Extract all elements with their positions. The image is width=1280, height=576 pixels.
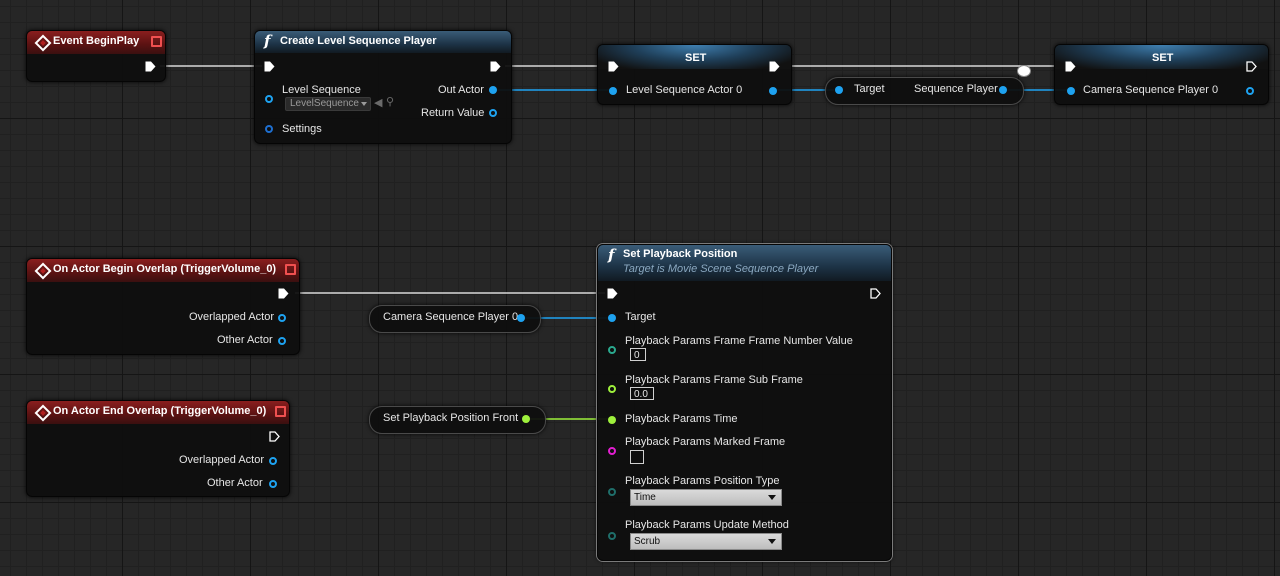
function-f-icon: f <box>608 246 615 264</box>
settings-label: Settings <box>282 123 322 135</box>
position-type-label: Playback Params Position Type <box>625 475 780 487</box>
update-method-value: Scrub <box>634 536 661 547</box>
frame-number-input-pin[interactable] <box>608 346 616 354</box>
chevron-down-icon <box>361 102 367 106</box>
exec-in-pin[interactable] <box>1065 61 1076 72</box>
camera-sequence-player-label: Camera Sequence Player 0 <box>383 311 519 323</box>
arrow-left-icon[interactable]: ◀ <box>374 96 382 109</box>
float-output-pin[interactable] <box>522 415 530 423</box>
camera-sequence-player-output-pin[interactable] <box>517 314 525 322</box>
sequence-player-label: Sequence Player <box>914 83 998 95</box>
overlapped-actor-output-pin[interactable] <box>278 314 286 322</box>
set-level-sequence-actor-node[interactable]: SET Level Sequence Actor 0 <box>597 44 792 105</box>
frame-number-label: Playback Params Frame Frame Number Value <box>625 335 853 347</box>
node-title: On Actor Begin Overlap (TriggerVolume_0) <box>53 263 277 275</box>
overlapped-actor-label: Overlapped Actor <box>189 311 274 323</box>
time-input-pin[interactable] <box>608 416 616 424</box>
node-title: SET <box>685 52 707 64</box>
exec-out-pin[interactable] <box>269 431 280 442</box>
exec-out-pin[interactable] <box>145 61 156 72</box>
get-sequence-player-node[interactable]: Target Sequence Player <box>825 77 1024 105</box>
exec-out-pin[interactable] <box>870 288 881 299</box>
reroute-knot[interactable] <box>1017 65 1031 77</box>
marked-frame-input-pin[interactable] <box>608 447 616 455</box>
chevron-down-icon <box>768 539 776 544</box>
exec-out-pin[interactable] <box>278 288 289 299</box>
update-method-dropdown[interactable]: Scrub <box>630 533 782 550</box>
set-playback-position-front-label: Set Playback Position Front <box>383 412 519 424</box>
exec-out-pin[interactable] <box>490 61 501 72</box>
level-sequence-asset-picker[interactable]: LevelSequence <box>285 97 371 111</box>
search-icon[interactable]: ⚲ <box>386 95 394 108</box>
settings-input-pin[interactable] <box>265 125 273 133</box>
level-sequence-input-pin[interactable] <box>265 95 273 103</box>
target-label: Target <box>854 83 885 95</box>
create-level-sequence-player-node[interactable]: f Create Level Sequence Player Level Seq… <box>254 30 512 144</box>
update-method-label: Playback Params Update Method <box>625 519 789 531</box>
time-label: Playback Params Time <box>625 413 738 425</box>
sub-frame-label: Playback Params Frame Sub Frame <box>625 374 803 386</box>
sub-frame-input[interactable]: 0.0 <box>630 387 654 400</box>
position-type-value: Time <box>634 492 656 503</box>
node-title: On Actor End Overlap (TriggerVolume_0) <box>53 405 267 417</box>
node-title: Set Playback Position <box>623 248 738 260</box>
delegate-square-icon[interactable] <box>151 36 162 47</box>
exec-in-pin[interactable] <box>608 61 619 72</box>
out-actor-output-pin[interactable] <box>489 86 497 94</box>
other-actor-output-pin[interactable] <box>269 480 277 488</box>
exec-in-pin[interactable] <box>607 288 618 299</box>
delegate-square-icon[interactable] <box>285 264 296 275</box>
overlapped-actor-label: Overlapped Actor <box>179 454 264 466</box>
camera-sequence-player-getter-node[interactable]: Camera Sequence Player 0 <box>369 305 541 333</box>
return-value-output-pin[interactable] <box>489 109 497 117</box>
exec-out-pin[interactable] <box>1246 61 1257 72</box>
overlapped-actor-output-pin[interactable] <box>269 457 277 465</box>
set-playback-position-front-getter-node[interactable]: Set Playback Position Front <box>369 406 546 434</box>
other-actor-label: Other Actor <box>217 334 273 346</box>
exec-out-pin[interactable] <box>769 61 780 72</box>
sequence-player-output-pin[interactable] <box>999 86 1007 94</box>
node-title: SET <box>1152 52 1174 64</box>
level-sequence-actor-output-pin[interactable] <box>769 87 777 95</box>
on-actor-end-overlap-node[interactable]: On Actor End Overlap (TriggerVolume_0) O… <box>26 400 290 497</box>
target-input-pin[interactable] <box>608 314 616 322</box>
event-beginplay-node[interactable]: Event BeginPlay <box>26 30 166 82</box>
frame-number-input[interactable]: 0 <box>630 348 646 361</box>
chevron-down-icon <box>768 495 776 500</box>
camera-sequence-player-input-pin[interactable] <box>1067 87 1075 95</box>
on-actor-begin-overlap-node[interactable]: On Actor Begin Overlap (TriggerVolume_0)… <box>26 258 300 355</box>
node-title: Create Level Sequence Player <box>280 35 437 47</box>
exec-in-pin[interactable] <box>264 61 275 72</box>
sub-frame-input-pin[interactable] <box>608 385 616 393</box>
out-actor-label: Out Actor <box>438 84 484 96</box>
return-value-label: Return Value <box>421 107 485 119</box>
marked-frame-label: Playback Params Marked Frame <box>625 436 786 448</box>
other-actor-label: Other Actor <box>207 477 263 489</box>
function-f-icon: f <box>264 32 271 50</box>
target-input-pin[interactable] <box>835 86 843 94</box>
position-type-dropdown[interactable]: Time <box>630 489 782 506</box>
level-sequence-actor-input-pin[interactable] <box>609 87 617 95</box>
target-label: Target <box>625 311 656 323</box>
update-method-input-pin[interactable] <box>608 532 616 540</box>
set-camera-sequence-player-node[interactable]: SET Camera Sequence Player 0 <box>1054 44 1269 105</box>
level-sequence-actor-label: Level Sequence Actor 0 <box>626 84 743 96</box>
camera-sequence-player-output-pin[interactable] <box>1246 87 1254 95</box>
node-subtitle: Target is Movie Scene Sequence Player <box>623 263 819 275</box>
level-sequence-value: LevelSequence <box>290 98 359 109</box>
delegate-square-icon[interactable] <box>275 406 286 417</box>
other-actor-output-pin[interactable] <box>278 337 286 345</box>
marked-frame-checkbox[interactable] <box>630 450 644 464</box>
set-playback-position-node[interactable]: f Set Playback Position Target is Movie … <box>597 244 892 561</box>
camera-sequence-player-label: Camera Sequence Player 0 <box>1083 84 1219 96</box>
position-type-input-pin[interactable] <box>608 488 616 496</box>
level-sequence-label: Level Sequence <box>282 84 361 96</box>
node-title: Event BeginPlay <box>53 35 140 47</box>
